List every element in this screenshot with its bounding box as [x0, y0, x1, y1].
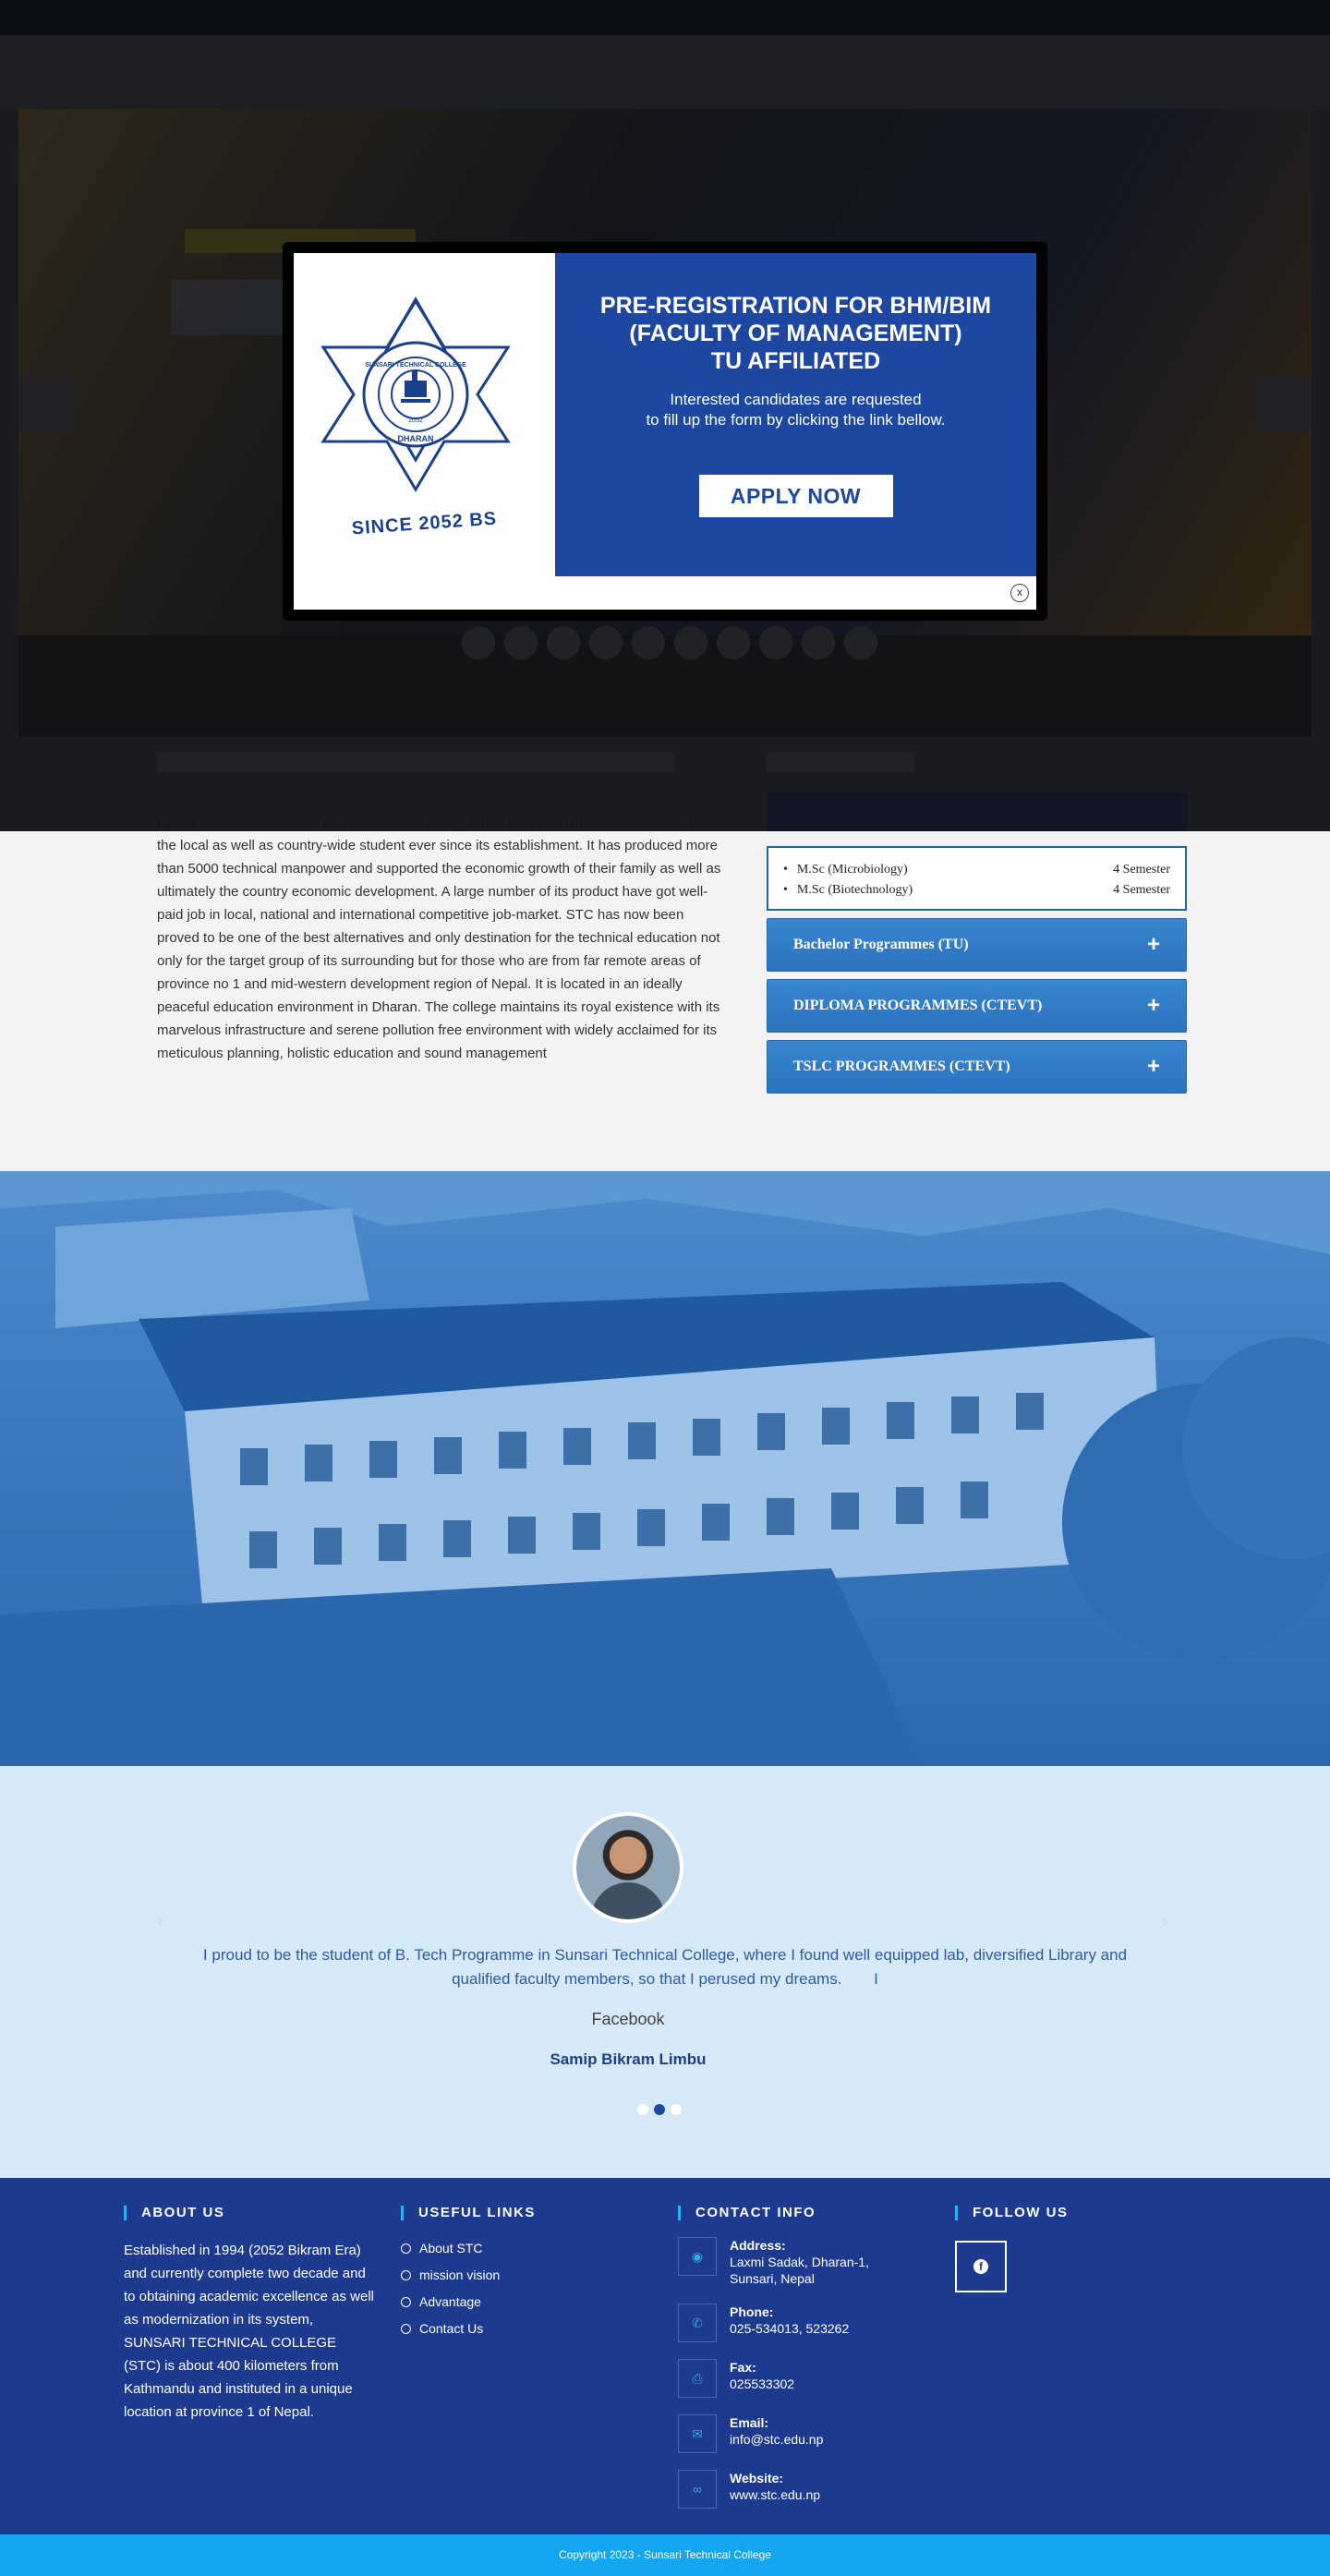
about-paragraph: quality technical education and vocation…	[157, 815, 721, 1061]
circle-icon	[401, 2296, 411, 2307]
accordion-diploma-programmes[interactable]: DIPLOMA PROGRAMMES (CTEVT) +	[767, 979, 1187, 1033]
website-link[interactable]: www.stc.edu.np	[730, 2487, 820, 2502]
list-item: M.Sc (Microbiology)4 Semester	[783, 861, 1170, 881]
apply-now-button[interactable]: APPLY NOW	[698, 475, 893, 517]
carousel-dot[interactable]	[671, 2104, 682, 2115]
copyright-bar: Copyright 2023 - Sunsari Technical Colle…	[0, 2534, 1330, 2576]
facebook-button[interactable]: f	[955, 2241, 1007, 2292]
plus-icon: +	[1146, 932, 1160, 957]
footer-about-text: Established in 1994 (2052 Bikram Era) an…	[124, 2243, 374, 2420]
logo-year: 2052	[408, 417, 423, 424]
circle-icon	[401, 2323, 411, 2334]
testimonial-source: Facebook	[591, 2010, 665, 2028]
email-link[interactable]: info@stc.edu.np	[730, 2432, 823, 2447]
logo-city: DHARAN	[397, 434, 434, 443]
popup-title: PRE-REGISTRATION FOR BHM/BIM (FACULTY OF…	[599, 293, 992, 374]
footer-links-list: About STC mission vision Advantage Conta…	[401, 2241, 536, 2336]
footer-contact: CONTACT INFO ◉ Address: Laxmi Sadak, Dhar…	[678, 2206, 905, 2509]
testimonial-name: Samip Bikram Limbu	[550, 2050, 707, 2068]
footer-heading: USEFUL LINKS	[401, 2206, 536, 2220]
phone-icon: ✆	[678, 2304, 717, 2342]
footer-link-advantage[interactable]: Advantage	[401, 2294, 536, 2309]
footer-useful-links: USEFUL LINKS About STC mission vision Ad…	[401, 2206, 536, 2348]
link-icon: ∞	[678, 2470, 717, 2509]
footer-heading: ABOUT US	[124, 2206, 375, 2220]
college-seal-icon	[320, 296, 511, 492]
avatar	[573, 1812, 683, 1923]
footer-link-contact-us[interactable]: Contact Us	[401, 2321, 536, 2336]
carousel-dot[interactable]	[637, 2104, 648, 2115]
testimonial-section: ‹ › I proud to be the student of B. Tech…	[0, 1766, 1330, 2178]
quote-mark: I	[874, 1970, 878, 1988]
facebook-icon: f	[973, 2259, 988, 2274]
accordion-bachelor-programmes[interactable]: Bachelor Programmes (TU) +	[767, 918, 1187, 972]
pre-registration-popup: SUNSARI TECHNICAL COLLEGE 2052 DHARAN SI…	[283, 242, 1047, 621]
testimonial-next-arrow[interactable]: ›	[1162, 1912, 1168, 1933]
footer-heading: FOLLOW US	[955, 2206, 1069, 2220]
carousel-dot-active[interactable]	[654, 2104, 665, 2115]
carousel-dots	[637, 2104, 682, 2115]
close-icon[interactable]: x	[1010, 584, 1029, 602]
circle-icon	[401, 2243, 411, 2254]
mail-icon: ✉	[678, 2414, 717, 2453]
fax-icon: ⎙	[678, 2359, 717, 2398]
footer-about: ABOUT US Established in 1994 (2052 Bikra…	[124, 2206, 375, 2424]
list-item: M.Sc (Biotechnology)4 Semester	[783, 881, 1170, 901]
college-building-image	[0, 1171, 1330, 1766]
masters-programme-panel: M.Sc (Microbiology)4 Semester M.Sc (Biot…	[767, 846, 1187, 911]
popup-subtitle: Interested candidates are requested to f…	[646, 391, 946, 429]
college-logo: SUNSARI TECHNICAL COLLEGE 2052 DHARAN SI…	[294, 253, 555, 576]
plus-icon: +	[1146, 1054, 1160, 1079]
plus-icon: +	[1146, 993, 1160, 1018]
footer-heading: CONTACT INFO	[678, 2206, 905, 2220]
footer-follow: FOLLOW US f	[955, 2206, 1069, 2292]
map-pin-icon: ◉	[678, 2237, 717, 2276]
footer: ABOUT US Established in 1994 (2052 Bikra…	[0, 2178, 1330, 2534]
programmes-column: M.Sc (Microbiology)4 Semester M.Sc (Biot…	[767, 792, 1187, 1094]
footer-link-about-stc[interactable]: About STC	[401, 2241, 536, 2256]
testimonial-prev-arrow[interactable]: ‹	[157, 1912, 163, 1933]
accordion-tslc-programmes[interactable]: TSLC PROGRAMMES (CTEVT) +	[767, 1040, 1187, 1094]
contact-phone: ✆ Phone: 025-534013, 523262	[678, 2304, 905, 2342]
masters-programme-list: M.Sc (Microbiology)4 Semester M.Sc (Biot…	[783, 861, 1170, 901]
logo-ring-text: SUNSARI TECHNICAL COLLEGE	[365, 362, 466, 369]
circle-icon	[401, 2269, 411, 2280]
contact-fax: ⎙ Fax: 025533302	[678, 2359, 905, 2398]
contact-address: ◉ Address: Laxmi Sadak, Dharan-1, Sunsari…	[678, 2237, 905, 2287]
contact-website: ∞ Website: www.stc.edu.np	[678, 2470, 905, 2509]
popup-message-panel: PRE-REGISTRATION FOR BHM/BIM (FACULTY OF…	[555, 253, 1036, 576]
footer-link-mission-vision[interactable]: mission vision	[401, 2268, 536, 2282]
contact-email: ✉ Email: info@stc.edu.np	[678, 2414, 905, 2453]
testimonial-quote: I proud to be the student of B. Tech Pro…	[202, 1946, 1128, 1988]
